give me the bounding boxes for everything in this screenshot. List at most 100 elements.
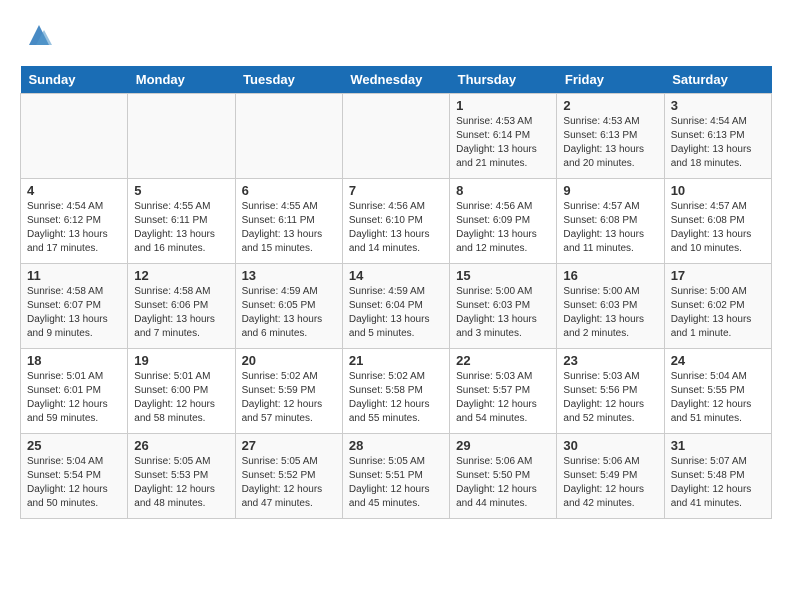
day-info: Sunrise: 5:02 AM Sunset: 5:59 PM Dayligh… — [242, 370, 336, 426]
day-info: Sunrise: 5:03 AM Sunset: 5:56 PM Dayligh… — [563, 370, 657, 426]
day-number: 10 — [671, 183, 765, 198]
day-number: 2 — [563, 98, 657, 113]
day-number: 19 — [134, 353, 228, 368]
calendar-cell: 23 Sunrise: 5:03 AM Sunset: 5:56 PM Dayli… — [557, 349, 664, 434]
calendar-cell: 30 Sunrise: 5:06 AM Sunset: 5:49 PM Dayli… — [557, 434, 664, 519]
day-info: Sunrise: 5:01 AM Sunset: 6:00 PM Dayligh… — [134, 370, 228, 426]
calendar-cell — [128, 94, 235, 179]
weekday-header-tuesday: Tuesday — [235, 66, 342, 94]
day-info: Sunrise: 4:57 AM Sunset: 6:08 PM Dayligh… — [563, 200, 657, 256]
day-info: Sunrise: 5:04 AM Sunset: 5:54 PM Dayligh… — [27, 455, 121, 511]
day-info: Sunrise: 5:06 AM Sunset: 5:49 PM Dayligh… — [563, 455, 657, 511]
day-number: 14 — [349, 268, 443, 283]
calendar-cell: 3 Sunrise: 4:54 AM Sunset: 6:13 PM Daylig… — [664, 94, 771, 179]
day-number: 29 — [456, 438, 550, 453]
calendar-cell: 14 Sunrise: 4:59 AM Sunset: 6:04 PM Dayli… — [342, 264, 449, 349]
day-info: Sunrise: 4:53 AM Sunset: 6:13 PM Dayligh… — [563, 115, 657, 171]
day-number: 12 — [134, 268, 228, 283]
day-number: 26 — [134, 438, 228, 453]
day-number: 16 — [563, 268, 657, 283]
day-number: 30 — [563, 438, 657, 453]
day-info: Sunrise: 5:07 AM Sunset: 5:48 PM Dayligh… — [671, 455, 765, 511]
weekday-header-friday: Friday — [557, 66, 664, 94]
day-number: 23 — [563, 353, 657, 368]
day-number: 21 — [349, 353, 443, 368]
calendar-cell — [21, 94, 128, 179]
day-number: 20 — [242, 353, 336, 368]
day-info: Sunrise: 5:02 AM Sunset: 5:58 PM Dayligh… — [349, 370, 443, 426]
day-info: Sunrise: 5:03 AM Sunset: 5:57 PM Dayligh… — [456, 370, 550, 426]
day-info: Sunrise: 4:59 AM Sunset: 6:05 PM Dayligh… — [242, 285, 336, 341]
logo-icon — [24, 20, 54, 50]
weekday-header-wednesday: Wednesday — [342, 66, 449, 94]
day-number: 8 — [456, 183, 550, 198]
calendar-cell: 13 Sunrise: 4:59 AM Sunset: 6:05 PM Dayli… — [235, 264, 342, 349]
calendar-cell: 1 Sunrise: 4:53 AM Sunset: 6:14 PM Daylig… — [450, 94, 557, 179]
day-info: Sunrise: 4:53 AM Sunset: 6:14 PM Dayligh… — [456, 115, 550, 171]
calendar-cell: 29 Sunrise: 5:06 AM Sunset: 5:50 PM Dayli… — [450, 434, 557, 519]
day-number: 9 — [563, 183, 657, 198]
calendar-cell: 7 Sunrise: 4:56 AM Sunset: 6:10 PM Daylig… — [342, 179, 449, 264]
day-number: 11 — [27, 268, 121, 283]
logo — [20, 20, 54, 50]
calendar-week-row: 4 Sunrise: 4:54 AM Sunset: 6:12 PM Daylig… — [21, 179, 772, 264]
calendar-cell: 15 Sunrise: 5:00 AM Sunset: 6:03 PM Dayli… — [450, 264, 557, 349]
day-number: 28 — [349, 438, 443, 453]
calendar-cell: 18Sunrise: 5:01 AM Sunset: 6:01 PM Dayli… — [21, 349, 128, 434]
day-info: Sunrise: 5:00 AM Sunset: 6:03 PM Dayligh… — [456, 285, 550, 341]
calendar-week-row: 1 Sunrise: 4:53 AM Sunset: 6:14 PM Daylig… — [21, 94, 772, 179]
calendar-header-row: SundayMondayTuesdayWednesdayThursdayFrid… — [21, 66, 772, 94]
day-info: Sunrise: 4:54 AM Sunset: 6:13 PM Dayligh… — [671, 115, 765, 171]
calendar-table: SundayMondayTuesdayWednesdayThursdayFrid… — [20, 66, 772, 519]
day-info: Sunrise: 5:06 AM Sunset: 5:50 PM Dayligh… — [456, 455, 550, 511]
day-info: Sunrise: 4:56 AM Sunset: 6:10 PM Dayligh… — [349, 200, 443, 256]
day-number: 15 — [456, 268, 550, 283]
calendar-cell: 9 Sunrise: 4:57 AM Sunset: 6:08 PM Daylig… — [557, 179, 664, 264]
calendar-cell: 11 Sunrise: 4:58 AM Sunset: 6:07 PM Dayli… — [21, 264, 128, 349]
day-number: 4 — [27, 183, 121, 198]
calendar-cell: 27Sunrise: 5:05 AM Sunset: 5:52 PM Dayli… — [235, 434, 342, 519]
calendar-cell: 12 Sunrise: 4:58 AM Sunset: 6:06 PM Dayli… — [128, 264, 235, 349]
day-info: Sunrise: 5:04 AM Sunset: 5:55 PM Dayligh… — [671, 370, 765, 426]
calendar-cell — [235, 94, 342, 179]
calendar-cell: 22Sunrise: 5:03 AM Sunset: 5:57 PM Dayli… — [450, 349, 557, 434]
day-number: 24 — [671, 353, 765, 368]
calendar-cell: 28Sunrise: 5:05 AM Sunset: 5:51 PM Dayli… — [342, 434, 449, 519]
calendar-week-row: 25 Sunrise: 5:04 AM Sunset: 5:54 PM Dayli… — [21, 434, 772, 519]
day-info: Sunrise: 5:05 AM Sunset: 5:53 PM Dayligh… — [134, 455, 228, 511]
day-number: 25 — [27, 438, 121, 453]
calendar-cell: 19 Sunrise: 5:01 AM Sunset: 6:00 PM Dayli… — [128, 349, 235, 434]
weekday-header-monday: Monday — [128, 66, 235, 94]
day-info: Sunrise: 4:56 AM Sunset: 6:09 PM Dayligh… — [456, 200, 550, 256]
calendar-cell: 26 Sunrise: 5:05 AM Sunset: 5:53 PM Dayli… — [128, 434, 235, 519]
day-info: Sunrise: 5:00 AM Sunset: 6:02 PM Dayligh… — [671, 285, 765, 341]
weekday-header-thursday: Thursday — [450, 66, 557, 94]
page-header — [20, 20, 772, 50]
day-info: Sunrise: 5:00 AM Sunset: 6:03 PM Dayligh… — [563, 285, 657, 341]
day-info: Sunrise: 4:58 AM Sunset: 6:06 PM Dayligh… — [134, 285, 228, 341]
weekday-header-sunday: Sunday — [21, 66, 128, 94]
calendar-cell: 20 Sunrise: 5:02 AM Sunset: 5:59 PM Dayli… — [235, 349, 342, 434]
weekday-header-saturday: Saturday — [664, 66, 771, 94]
day-info: Sunrise: 4:54 AM Sunset: 6:12 PM Dayligh… — [27, 200, 121, 256]
calendar-cell — [342, 94, 449, 179]
calendar-week-row: 11 Sunrise: 4:58 AM Sunset: 6:07 PM Dayli… — [21, 264, 772, 349]
day-number: 5 — [134, 183, 228, 198]
day-number: 27 — [242, 438, 336, 453]
calendar-week-row: 18Sunrise: 5:01 AM Sunset: 6:01 PM Dayli… — [21, 349, 772, 434]
day-number: 17 — [671, 268, 765, 283]
day-number: 1 — [456, 98, 550, 113]
day-info: Sunrise: 4:58 AM Sunset: 6:07 PM Dayligh… — [27, 285, 121, 341]
day-number: 13 — [242, 268, 336, 283]
calendar-cell: 16 Sunrise: 5:00 AM Sunset: 6:03 PM Dayli… — [557, 264, 664, 349]
day-number: 3 — [671, 98, 765, 113]
calendar-cell: 25 Sunrise: 5:04 AM Sunset: 5:54 PM Dayli… — [21, 434, 128, 519]
day-info: Sunrise: 4:59 AM Sunset: 6:04 PM Dayligh… — [349, 285, 443, 341]
day-info: Sunrise: 4:55 AM Sunset: 6:11 PM Dayligh… — [242, 200, 336, 256]
calendar-cell: 8 Sunrise: 4:56 AM Sunset: 6:09 PM Daylig… — [450, 179, 557, 264]
calendar-cell: 10Sunrise: 4:57 AM Sunset: 6:08 PM Dayli… — [664, 179, 771, 264]
day-number: 7 — [349, 183, 443, 198]
calendar-cell: 17 Sunrise: 5:00 AM Sunset: 6:02 PM Dayli… — [664, 264, 771, 349]
calendar-cell: 31Sunrise: 5:07 AM Sunset: 5:48 PM Dayli… — [664, 434, 771, 519]
day-info: Sunrise: 5:01 AM Sunset: 6:01 PM Dayligh… — [27, 370, 121, 426]
